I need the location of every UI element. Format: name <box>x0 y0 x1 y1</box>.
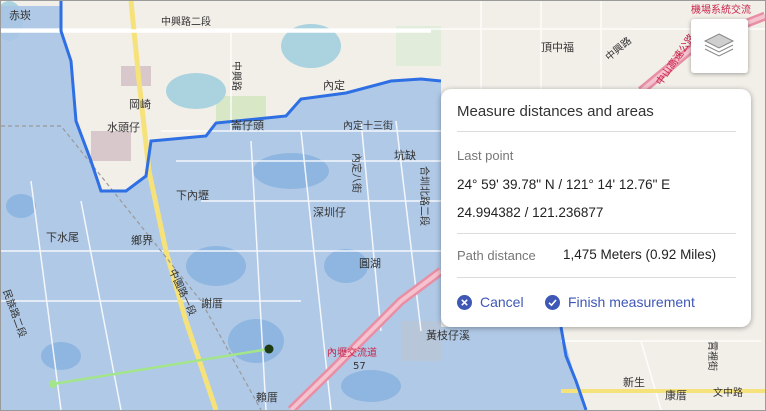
place-label: 下水尾 <box>46 231 79 244</box>
divider <box>457 233 736 234</box>
road-label: 中興路二段 <box>161 15 211 28</box>
check-icon <box>545 294 560 310</box>
exit-number: 57 <box>353 361 366 372</box>
cancel-label: Cancel <box>480 294 524 310</box>
place-label: 圓湖 <box>359 257 381 270</box>
last-point-label: Last point <box>457 148 514 163</box>
last-point-dms: 24° 59' 39.78" N / 121° 14' 12.76" E <box>457 177 671 192</box>
map-viewport[interactable]: 赤崁 中興路二段 中興路 內定 岡崎 水頭仔 崙仔頭 內定十三街 坑缺 內定八街… <box>0 0 766 411</box>
place-label: 水頭仔 <box>107 121 140 134</box>
building-block <box>91 131 131 161</box>
road-label: 文中路 <box>713 386 743 399</box>
panel-title: Measure distances and areas <box>457 103 654 120</box>
place-label: 賴厝 <box>256 390 278 404</box>
interchange-label: 機場系統交流 <box>691 3 751 16</box>
cancel-icon <box>457 294 472 310</box>
road-label: 內定八街 <box>350 153 363 193</box>
place-label: 坑缺 <box>394 148 416 162</box>
place-label: 下內壢 <box>176 188 209 202</box>
water-body <box>6 194 36 218</box>
divider <box>457 277 736 278</box>
divider <box>457 131 736 132</box>
water-body <box>228 319 284 363</box>
finish-measurement-button[interactable]: Finish measurement <box>545 294 695 310</box>
place-label: 康厝 <box>665 388 687 402</box>
water-body <box>186 246 246 286</box>
place-label: 內定 <box>323 78 345 92</box>
finish-label: Finish measurement <box>568 294 695 310</box>
place-label: 黃枝仔溪 <box>426 328 470 342</box>
water-body <box>253 153 329 189</box>
place-label: 鄉界 <box>131 234 153 247</box>
water-body <box>166 73 226 109</box>
place-label: 深圳仔 <box>313 206 346 219</box>
measure-panel: Measure distances and areas Last point 2… <box>441 89 751 327</box>
place-label: 謝厝 <box>201 296 223 310</box>
water-body <box>41 342 81 370</box>
interchange-label: 內壢交流道 <box>327 346 377 359</box>
road-label: 中興路 <box>230 61 243 91</box>
path-distance-label: Path distance <box>457 248 536 263</box>
water-body <box>341 370 401 402</box>
road-label: 合圳北路二段 <box>418 166 431 226</box>
path-distance-value: 1,475 Meters (0.92 Miles) <box>563 247 717 262</box>
measure-last-point <box>264 344 274 354</box>
place-label: 赤崁 <box>9 9 31 22</box>
layers-icon <box>703 33 735 57</box>
layers-button[interactable] <box>691 19 748 73</box>
place-label: 新生 <box>623 375 645 389</box>
place-label: 頂中福 <box>541 40 574 54</box>
road-label: 內定十三街 <box>343 119 393 132</box>
cancel-button[interactable]: Cancel <box>457 294 524 310</box>
measure-start-point <box>49 380 57 388</box>
last-point-decimal: 24.994382 / 121.236877 <box>457 205 604 220</box>
place-label: 岡崎 <box>129 97 151 111</box>
place-label: 崙仔頭 <box>231 119 264 132</box>
road-label: 霄裡街 <box>706 341 719 371</box>
